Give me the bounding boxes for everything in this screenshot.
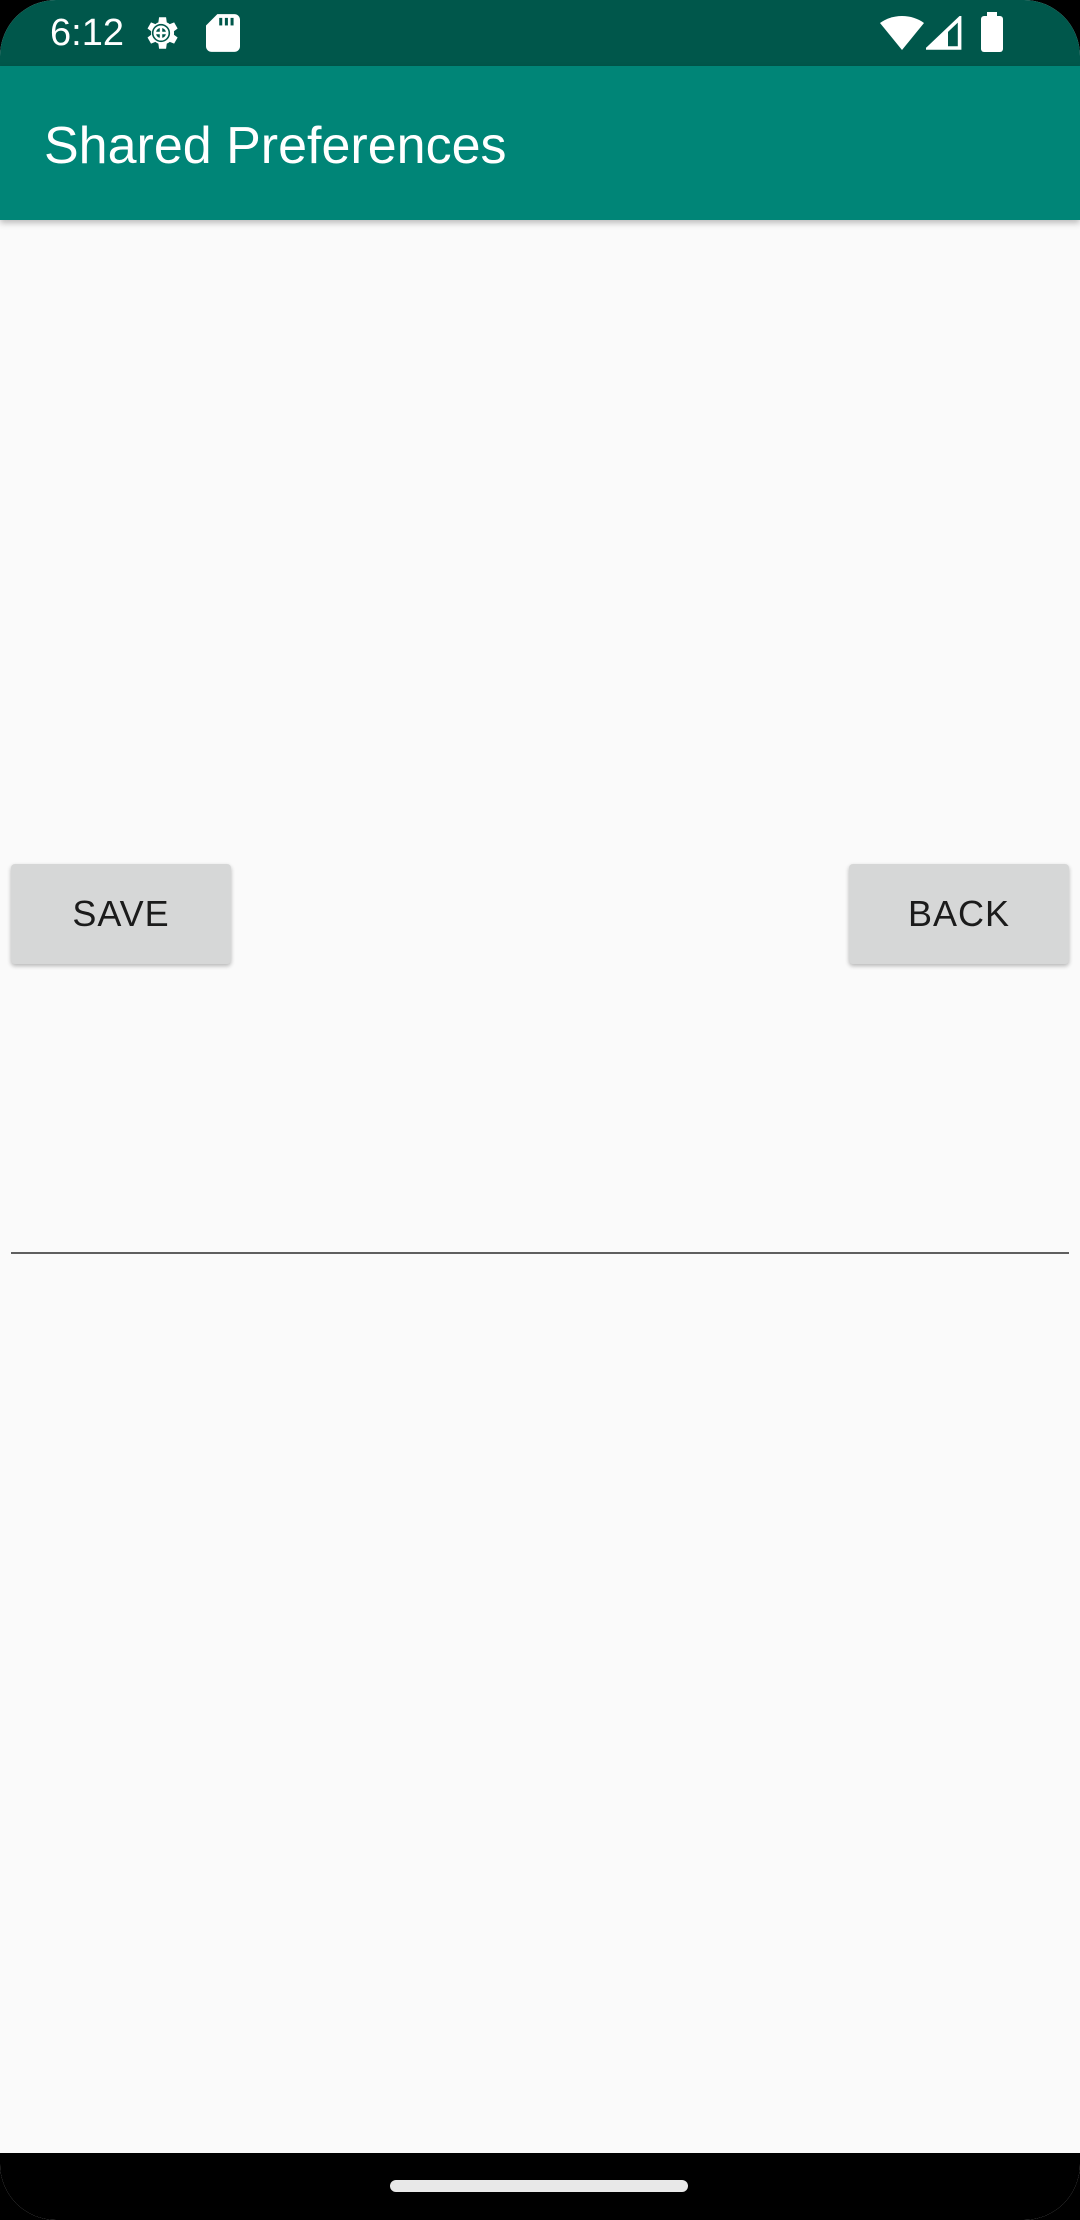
cell-signal-icon	[926, 16, 962, 50]
status-time: 6:12	[50, 12, 124, 54]
sd-card-icon	[206, 14, 240, 52]
save-button[interactable]: SAVE	[11, 864, 231, 964]
home-gesture-pill[interactable]	[390, 2180, 688, 2192]
back-button[interactable]: BACK	[849, 864, 1069, 964]
preference-text-field[interactable]	[11, 1180, 1069, 1254]
app-screen: 6:12 Shared Preferences SAVE BACK	[0, 0, 1080, 2220]
wifi-icon	[880, 16, 924, 50]
app-title: Shared Preferences	[44, 117, 507, 175]
settings-gear-icon	[147, 17, 178, 49]
battery-icon	[981, 12, 1003, 52]
app-toolbar: Shared Preferences	[0, 66, 1080, 220]
status-bar: 6:12	[0, 0, 1080, 66]
